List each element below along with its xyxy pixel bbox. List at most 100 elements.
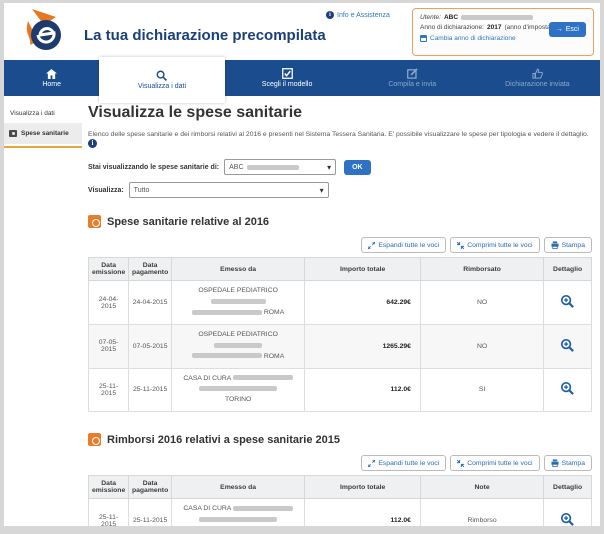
expand-icon: [368, 460, 375, 467]
description-text: Elenco delle spese sanitarie e dei rimbo…: [88, 131, 589, 138]
year-label: Anno di dichiarazione:: [420, 24, 484, 31]
rimborsato: SI: [420, 368, 543, 412]
collapse-all-button[interactable]: Comprimi tutte le voci: [450, 237, 539, 253]
facility-city: ROMA: [264, 353, 284, 360]
data-pagamento: 24-04-2015: [129, 281, 172, 325]
main-nav: Home Visualizza i dati Scegli il modello…: [4, 60, 600, 96]
info-assistenza-link[interactable]: i Info e Assistenza: [326, 11, 390, 19]
section-title: Spese sanitarie relative al 2016: [107, 216, 269, 228]
tab-label: Scegli il modello: [262, 81, 313, 88]
calendar-icon: [420, 35, 427, 42]
redacted-text: [199, 386, 277, 391]
redacted-text: [192, 310, 262, 315]
facility-name: OSPEDALE PEDIATRICO: [198, 287, 278, 294]
table-row: 24-04-2015 24-04-2015 OSPEDALE PEDIATRIC…: [89, 281, 592, 325]
table-row: 25-11-2015 25-11-2015 CASA DI CURA TORIN…: [89, 368, 592, 412]
year-value: 2017: [487, 24, 501, 31]
chevron-down-icon: ▾: [327, 163, 331, 172]
spese-sanitarie-icon: [9, 130, 17, 137]
emesso-da: CASA DI CURA TORINO: [171, 368, 304, 412]
collapse-icon: [457, 460, 464, 467]
data-pagamento: 25-11-2015: [129, 499, 172, 526]
filter-view-label: Visualizza:: [88, 187, 124, 194]
ok-button[interactable]: OK: [344, 160, 371, 175]
tab-dichiarazione-inviata[interactable]: Dichiarazione inviata: [475, 60, 600, 96]
expand-all-label: Espandi tutte le voci: [378, 460, 439, 467]
filter-person-label: Stai visualizzando le spese sanitarie di…: [88, 164, 219, 171]
collapse-icon: [457, 242, 464, 249]
view-select-value: Tutto: [134, 187, 150, 194]
tab-compila-e-invia[interactable]: Compila e invia: [350, 60, 475, 96]
tab-visualizza-i-dati[interactable]: Visualizza i dati: [99, 57, 224, 103]
expand-all-button[interactable]: Espandi tutte le voci: [361, 455, 446, 471]
data-emissione: 25-11-2015: [89, 368, 129, 412]
cambia-anno-link[interactable]: Cambia anno di dichiarazione: [430, 35, 516, 42]
tab-home[interactable]: Home: [4, 60, 99, 96]
redacted-text: [233, 506, 293, 511]
col-header: Emesso da: [171, 476, 304, 499]
agenzia-entrate-logo: [22, 7, 68, 60]
main-content: Visualizza le spese sanitarie Elenco del…: [82, 96, 600, 526]
table-row: 07-05-2015 07-05-2015 OSPEDALE PEDIATRIC…: [89, 325, 592, 369]
user-label: Utente:: [420, 14, 441, 21]
sidebar: Visualizza i dati Spese sanitarie: [4, 96, 82, 148]
page-description: Elenco delle spese sanitarie e dei rimbo…: [88, 130, 592, 148]
tab-scegli-il-modello[interactable]: Scegli il modello: [225, 60, 350, 96]
data-emissione: 24-04-2015: [89, 281, 129, 325]
facility-city: TORINO: [225, 396, 251, 403]
print-button[interactable]: Stampa: [544, 455, 592, 471]
note: Rimborso: [420, 499, 543, 526]
table-row: 25-11-2015 25-11-2015 CASA DI CURA TORIN…: [89, 499, 592, 526]
expand-all-label: Espandi tutte le voci: [378, 242, 439, 249]
col-header: Importo totale: [305, 476, 421, 499]
rimborsato: NO: [420, 325, 543, 369]
printer-icon: [551, 241, 559, 249]
person-select-value: ABC: [229, 164, 243, 171]
section-icon: [88, 215, 101, 228]
col-header: Importo totale: [305, 258, 421, 281]
redacted-person: [247, 165, 299, 170]
view-select[interactable]: Tutto ▾: [129, 182, 329, 198]
redacted-text: [192, 353, 262, 358]
dettaglio-zoom-icon[interactable]: [560, 294, 575, 311]
facility-name: CASA DI CURA: [183, 505, 231, 512]
expand-all-button[interactable]: Espandi tutte le voci: [361, 237, 446, 253]
section-title: Rimborsi 2016 relativi a spese sanitarie…: [107, 434, 340, 446]
rimborsato: NO: [420, 281, 543, 325]
redacted-text: [211, 299, 266, 304]
page: La tua dichiarazione precompilata i Info…: [4, 3, 600, 526]
importo-totale: 112.0€: [305, 499, 421, 526]
sidebar-item-spese-sanitarie[interactable]: Spese sanitarie: [4, 123, 82, 144]
info-link-label: Info e Assistenza: [337, 12, 390, 19]
user-value: ABC: [444, 14, 458, 21]
collapse-all-label: Comprimi tutte le voci: [467, 460, 532, 467]
col-header: Data emissione: [89, 476, 129, 499]
check-square-icon: [282, 68, 293, 79]
collapse-all-button[interactable]: Comprimi tutte le voci: [450, 455, 539, 471]
facility-name: OSPEDALE PEDIATRICO: [198, 331, 278, 338]
dettaglio-zoom-icon[interactable]: [560, 512, 575, 526]
redacted-text: [199, 517, 277, 522]
tab-label: Compila e invia: [388, 81, 436, 88]
sidebar-item-label: Spese sanitarie: [21, 130, 69, 137]
expand-icon: [368, 242, 375, 249]
dettaglio-zoom-icon[interactable]: [560, 381, 575, 398]
user-box: Utente: ABC Anno di dichiarazione: 2017 …: [412, 8, 594, 56]
col-header: Emesso da: [171, 258, 304, 281]
col-header: Dettaglio: [544, 258, 592, 281]
redacted-user-name: [461, 15, 533, 20]
dettaglio-zoom-icon[interactable]: [560, 338, 575, 355]
info-icon[interactable]: i: [88, 139, 97, 148]
search-icon: [156, 70, 167, 81]
data-pagamento: 07-05-2015: [129, 325, 172, 369]
importo-totale: 642.29€: [305, 281, 421, 325]
person-select[interactable]: ABC ▾: [224, 159, 336, 175]
tab-label: Visualizza i dati: [138, 83, 186, 90]
esci-button[interactable]: → Esci: [549, 22, 586, 37]
col-header: Data pagamento: [129, 258, 172, 281]
app-title: La tua dichiarazione precompilata: [84, 27, 326, 44]
data-emissione: 25-11-2015: [89, 499, 129, 526]
spese-2016-table: Data emissione Data pagamento Emesso da …: [88, 257, 592, 412]
print-button[interactable]: Stampa: [544, 237, 592, 253]
page-title: Visualizza le spese sanitarie: [88, 104, 592, 122]
